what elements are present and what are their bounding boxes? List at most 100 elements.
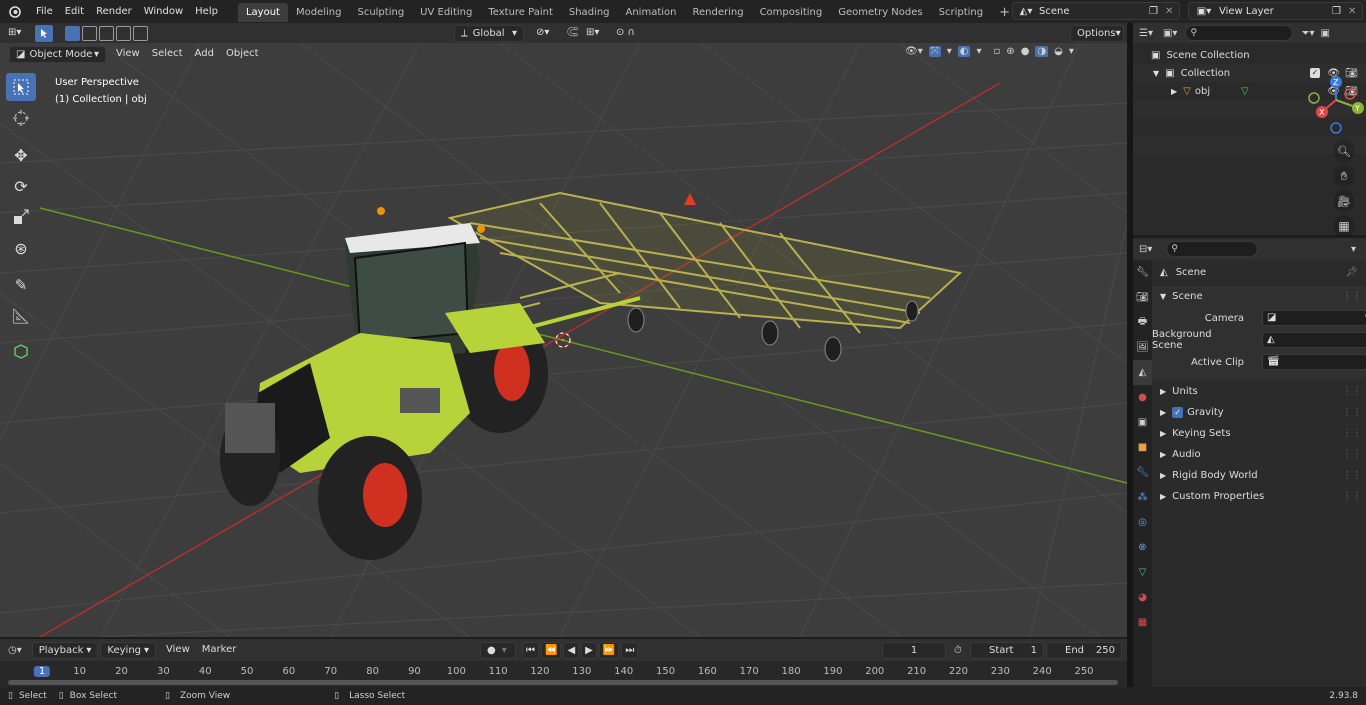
- select-extend-icon[interactable]: [82, 25, 98, 41]
- camera-field[interactable]: ◪ ✒: [1262, 310, 1366, 326]
- view-layer-tab-icon[interactable]: 🖼︎: [1133, 335, 1152, 360]
- play-reverse-icon[interactable]: ◀: [563, 641, 580, 659]
- move-tool-icon[interactable]: ✥: [6, 141, 36, 169]
- menu-marker[interactable]: Marker: [196, 640, 243, 660]
- measure-tool-icon[interactable]: 📐︎: [6, 302, 36, 330]
- select-box-tool-icon[interactable]: [6, 73, 36, 101]
- expand-arrow-icon[interactable]: ▶: [1171, 87, 1177, 96]
- active-clip-field[interactable]: 🎬︎: [1262, 354, 1366, 370]
- drag-handle-icon[interactable]: ⋮⋮: [1342, 407, 1362, 418]
- scene-selector[interactable]: ◭▾ Scene ❐ ✕: [1012, 2, 1180, 20]
- drag-handle-icon[interactable]: ⋮⋮: [1342, 470, 1362, 481]
- menu-view[interactable]: View: [110, 44, 146, 64]
- tab-texture-paint[interactable]: Texture Paint: [480, 3, 561, 22]
- stopwatch-icon[interactable]: ⏱: [954, 645, 962, 656]
- menu-view[interactable]: View: [160, 640, 196, 660]
- shading-rendered-icon[interactable]: ◒: [1054, 46, 1063, 57]
- ortho-toggle-icon[interactable]: ▦: [1333, 215, 1355, 237]
- jump-end-icon[interactable]: ⏭: [621, 641, 639, 659]
- 3d-viewport[interactable]: [0, 43, 1127, 637]
- world-tab-icon[interactable]: ●: [1133, 385, 1152, 410]
- drag-handle-icon[interactable]: ⋮⋮: [1342, 386, 1362, 397]
- modifier-tab-icon[interactable]: 🔧︎: [1133, 460, 1152, 485]
- tab-shading[interactable]: Shading: [561, 3, 618, 22]
- copy-scene-icon[interactable]: ❐: [1149, 6, 1165, 17]
- transform-tool-icon[interactable]: ⊛: [6, 234, 36, 262]
- menu-file[interactable]: File: [30, 0, 59, 23]
- pan-hand-icon[interactable]: ✋︎: [1333, 165, 1355, 187]
- play-icon[interactable]: ▶: [581, 641, 597, 659]
- annotate-tool-icon[interactable]: ✎: [6, 271, 36, 299]
- tab-layout[interactable]: Layout: [237, 3, 288, 22]
- keying-dropdown[interactable]: Keying ▾: [100, 641, 157, 659]
- collection-tab-icon[interactable]: ▣: [1133, 410, 1152, 435]
- shading-solid-icon[interactable]: ●: [1021, 46, 1030, 57]
- editor-type-icon[interactable]: ◷▾: [8, 645, 22, 656]
- tab-animation[interactable]: Animation: [618, 3, 685, 22]
- object-tab-icon[interactable]: ■: [1133, 435, 1152, 460]
- current-frame-field[interactable]: 1: [882, 641, 946, 659]
- select-invert-icon[interactable]: [116, 25, 132, 41]
- panel-rigid-body-world-header[interactable]: ▶ Rigid Body World ⋮⋮: [1152, 465, 1366, 486]
- tab-compositing[interactable]: Compositing: [752, 3, 831, 22]
- menu-add[interactable]: Add: [189, 44, 220, 64]
- options-dropdown[interactable]: Options ▾: [1070, 24, 1124, 42]
- add-cube-tool-icon[interactable]: [6, 337, 36, 365]
- pin-icon[interactable]: 📌︎: [1345, 267, 1358, 278]
- proportional-edit-icon[interactable]: ⊙ ∩: [610, 23, 641, 43]
- zoom-icon[interactable]: 🔍︎: [1333, 140, 1355, 162]
- rotate-tool-icon[interactable]: ⟳: [6, 172, 36, 200]
- playback-dropdown[interactable]: Playback ▾: [31, 641, 99, 659]
- auto-keying-toggle[interactable]: ● ▾: [480, 641, 516, 659]
- tab-geometry-nodes[interactable]: Geometry Nodes: [830, 3, 930, 22]
- panel-audio-header[interactable]: ▶ Audio ⋮⋮: [1152, 444, 1366, 465]
- tab-sculpting[interactable]: Sculpting: [349, 3, 412, 22]
- drag-handle-icon[interactable]: ⋮⋮: [1342, 449, 1362, 460]
- chevron-down-icon[interactable]: ▾: [1069, 46, 1074, 57]
- panel-custom-properties-header[interactable]: ▶ Custom Properties ⋮⋮: [1152, 486, 1366, 507]
- select-tool-button[interactable]: [35, 24, 54, 42]
- close-icon[interactable]: ✕: [1348, 6, 1362, 17]
- chevron-down-icon[interactable]: ▾: [976, 46, 981, 57]
- display-mode-icon[interactable]: ▣▾: [1163, 28, 1177, 39]
- panel-keying-sets-header[interactable]: ▶ Keying Sets ⋮⋮: [1152, 423, 1366, 444]
- cursor-tool-icon[interactable]: [6, 104, 36, 132]
- view-layer-name[interactable]: View Layer: [1219, 6, 1332, 17]
- visibility-icon[interactable]: 👁︎▾: [905, 46, 923, 57]
- camera-view-icon[interactable]: 🎥︎: [1333, 190, 1355, 212]
- jump-keyframe-back-icon[interactable]: ⏪: [541, 641, 562, 659]
- end-frame-field[interactable]: End 250: [1046, 641, 1122, 659]
- timeline-area[interactable]: 1 10 20 30 40 50 60 70 80 90 100 110 120 130 140 150 160…: [0, 661, 1127, 687]
- drag-handle-icon[interactable]: ⋮⋮: [1342, 428, 1362, 439]
- menu-render[interactable]: Render: [90, 0, 138, 23]
- tab-uv-editing[interactable]: UV Editing: [412, 3, 480, 22]
- jump-start-icon[interactable]: ⏮: [522, 641, 539, 659]
- blender-logo-icon[interactable]: [0, 0, 30, 23]
- material-tab-icon[interactable]: ◕: [1133, 585, 1152, 610]
- tab-rendering[interactable]: Rendering: [684, 3, 751, 22]
- texture-tab-icon[interactable]: ▦: [1133, 610, 1152, 635]
- gizmo-toggle-icon[interactable]: ⤧: [928, 46, 941, 57]
- tab-modeling[interactable]: Modeling: [288, 3, 350, 22]
- mesh-data-icon[interactable]: ▽: [1241, 86, 1249, 97]
- select-subtract-icon[interactable]: [99, 25, 115, 41]
- filter-icon[interactable]: ⏷▾: [1301, 28, 1314, 39]
- menu-window[interactable]: Window: [138, 0, 189, 23]
- orientation-gizmo[interactable]: Z Y X: [1306, 70, 1366, 140]
- drag-handle-icon[interactable]: ⋮⋮: [1342, 291, 1362, 302]
- gravity-checkbox[interactable]: ✓: [1172, 407, 1184, 418]
- outliner-row-scene-collection[interactable]: ▣ Scene Collection: [1133, 46, 1366, 64]
- scene-tab-icon[interactable]: ◭: [1133, 360, 1152, 385]
- start-frame-field[interactable]: Start 1: [970, 641, 1044, 659]
- editor-type-icon[interactable]: ⊟▾: [1139, 244, 1152, 255]
- menu-object[interactable]: Object: [220, 44, 265, 64]
- particles-tab-icon[interactable]: ⁂: [1133, 485, 1152, 510]
- properties-search-input[interactable]: ⚲: [1166, 241, 1259, 257]
- editor-type-icon[interactable]: ⊞▾: [0, 23, 29, 43]
- select-intersect-icon[interactable]: [133, 25, 149, 41]
- data-tab-icon[interactable]: ▽: [1133, 560, 1152, 585]
- snap-target-icon[interactable]: ⊞▾: [580, 23, 605, 43]
- copy-view-layer-icon[interactable]: ❐: [1332, 6, 1348, 17]
- mode-dropdown[interactable]: ◪ Object Mode ▾: [9, 45, 106, 63]
- transform-orientation-dropdown[interactable]: ⟂ Global ▾: [454, 24, 524, 42]
